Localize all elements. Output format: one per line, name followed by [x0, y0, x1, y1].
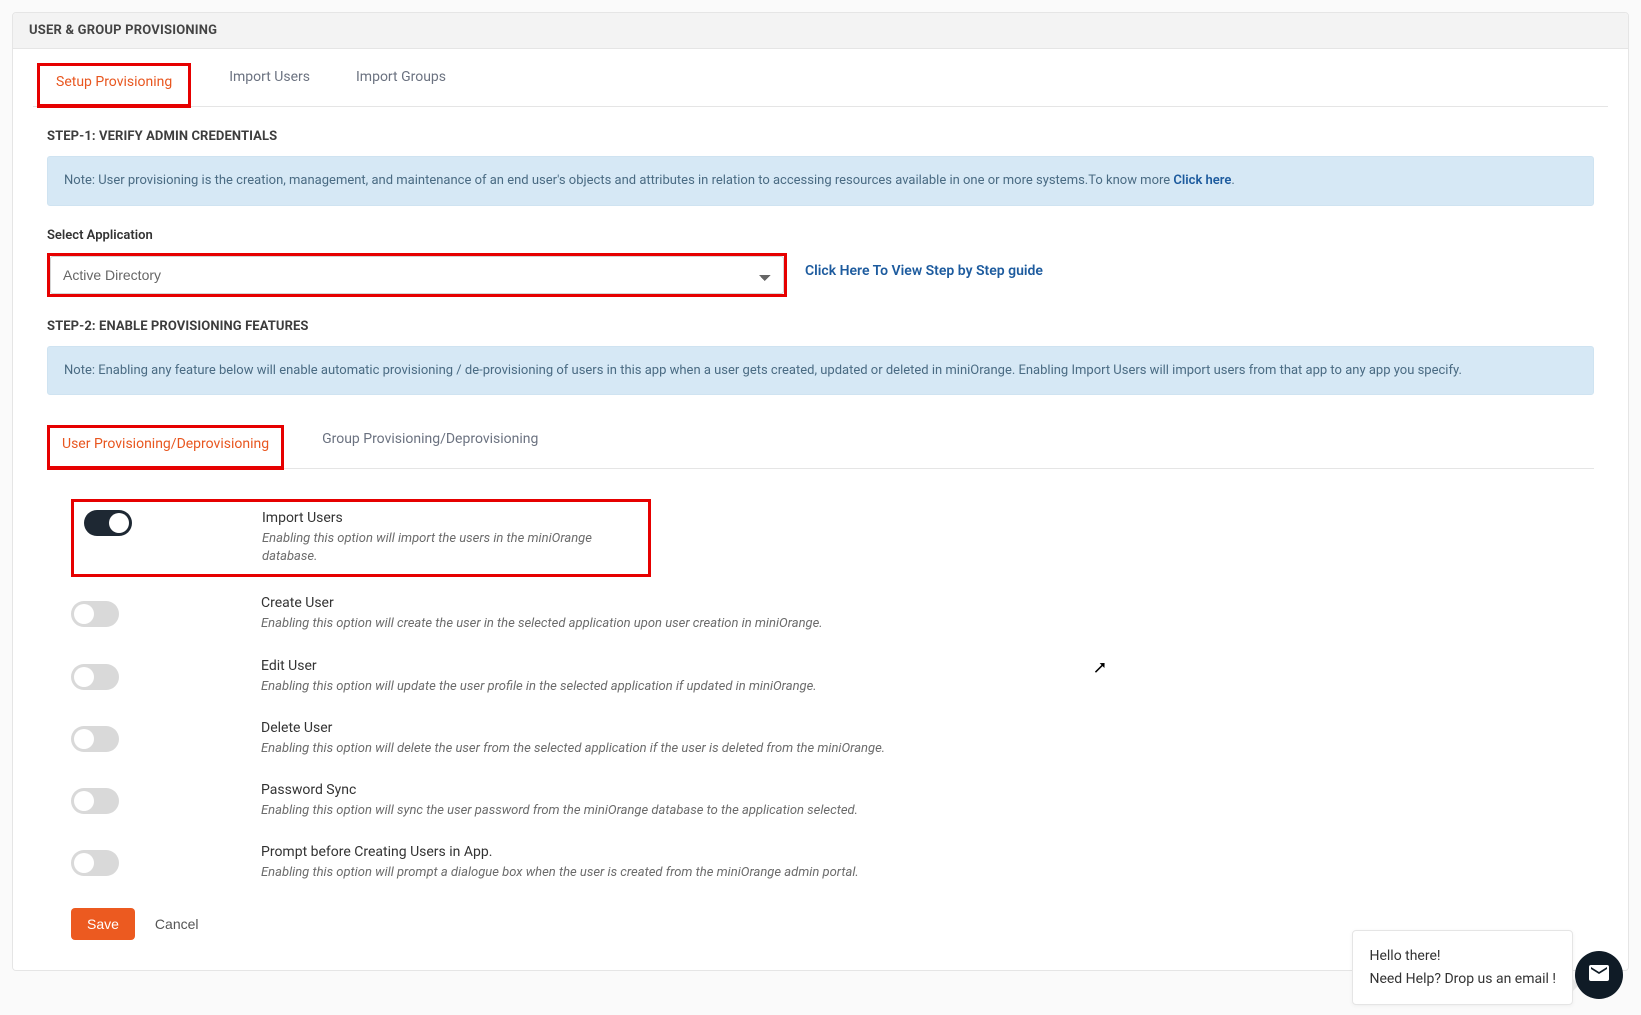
step-by-step-guide-link[interactable]: Click Here To View Step by Step guide [805, 253, 1043, 279]
step-1-note-link[interactable]: Click here [1173, 173, 1231, 188]
toggle-create-user[interactable] [71, 601, 119, 627]
mail-icon [1587, 961, 1611, 989]
step-1-note-suffix: . [1231, 173, 1234, 188]
help-fab-button[interactable] [1575, 951, 1623, 999]
tab-import-users[interactable]: Import Users [221, 63, 318, 106]
select-application-field: Select Application Active Directory Clic… [47, 228, 1594, 297]
step-2-note: Note: Enabling any feature below will en… [47, 346, 1594, 396]
provisioning-panel: USER & GROUP PROVISIONING Setup Provisio… [12, 12, 1629, 971]
tab-import-groups[interactable]: Import Groups [348, 63, 454, 106]
toggle-prompt-create[interactable] [71, 850, 119, 876]
feature-row-password-sync: Password Sync Enabling this option will … [71, 782, 1594, 820]
feature-row-edit-user: Edit User Enabling this option will upda… [71, 658, 1594, 696]
subtab-group-provisioning[interactable]: Group Provisioning/Deprovisioning [314, 425, 546, 468]
provisioning-features: Import Users Enabling this option will i… [47, 499, 1594, 882]
step-2-heading: STEP-2: ENABLE PROVISIONING FEATURES [47, 319, 1594, 334]
feature-row-delete-user: Delete User Enabling this option will de… [71, 720, 1594, 758]
feature-row-create-user: Create User Enabling this option will cr… [71, 595, 1594, 633]
panel-title: USER & GROUP PROVISIONING [13, 13, 1628, 49]
highlight-box-user-subtab: User Provisioning/Deprovisioning [47, 425, 284, 470]
toggle-edit-user[interactable] [71, 664, 119, 690]
toggle-delete-user[interactable] [71, 726, 119, 752]
feature-desc-create-user: Enabling this option will create the use… [261, 615, 823, 633]
help-greeting: Hello there! [1369, 945, 1556, 967]
feature-desc-delete-user: Enabling this option will delete the use… [261, 740, 885, 758]
step-1-heading: STEP-1: VERIFY ADMIN CREDENTIALS [47, 129, 1594, 144]
feature-title-create-user: Create User [261, 595, 823, 611]
highlight-box-setup-tab: Setup Provisioning [37, 63, 191, 108]
feature-row-prompt-create: Prompt before Creating Users in App. Ena… [71, 844, 1594, 882]
help-message: Need Help? Drop us an email ! [1369, 968, 1556, 990]
feature-desc-import-users: Enabling this option will import the use… [262, 530, 638, 566]
toggle-import-users[interactable] [84, 510, 132, 536]
step-1-note: Note: User provisioning is the creation,… [47, 156, 1594, 206]
step-1-section: STEP-1: VERIFY ADMIN CREDENTIALS Note: U… [33, 107, 1608, 297]
panel-body: Setup Provisioning Import Users Import G… [13, 63, 1628, 970]
step-1-note-text: Note: User provisioning is the creation,… [64, 173, 1173, 188]
select-application-dropdown[interactable]: Active Directory [50, 256, 784, 294]
feature-desc-prompt-create: Enabling this option will prompt a dialo… [261, 864, 859, 882]
tab-setup-provisioning[interactable]: Setup Provisioning [40, 66, 188, 104]
highlight-box-import-users: Import Users Enabling this option will i… [71, 499, 651, 577]
toggle-password-sync[interactable] [71, 788, 119, 814]
subtab-user-provisioning[interactable]: User Provisioning/Deprovisioning [50, 428, 281, 466]
cancel-button[interactable]: Cancel [155, 916, 199, 932]
step-2-note-text: Note: Enabling any feature below will en… [64, 363, 1462, 378]
step-2-section: STEP-2: ENABLE PROVISIONING FEATURES Not… [33, 297, 1608, 941]
feature-title-password-sync: Password Sync [261, 782, 858, 798]
feature-desc-password-sync: Enabling this option will sync the user … [261, 802, 858, 820]
sub-tabs: User Provisioning/Deprovisioning Group P… [47, 425, 1594, 469]
feature-desc-edit-user: Enabling this option will update the use… [261, 678, 817, 696]
feature-title-edit-user: Edit User [261, 658, 817, 674]
save-button[interactable]: Save [71, 908, 135, 940]
feature-title-prompt-create: Prompt before Creating Users in App. [261, 844, 859, 860]
feature-title-import-users: Import Users [262, 510, 638, 526]
highlight-box-select-application: Active Directory [47, 253, 787, 297]
select-application-label: Select Application [47, 228, 1594, 243]
help-popover: Hello there! Need Help? Drop us an email… [1352, 930, 1573, 1005]
top-tabs: Setup Provisioning Import Users Import G… [33, 63, 1608, 107]
feature-title-delete-user: Delete User [261, 720, 885, 736]
